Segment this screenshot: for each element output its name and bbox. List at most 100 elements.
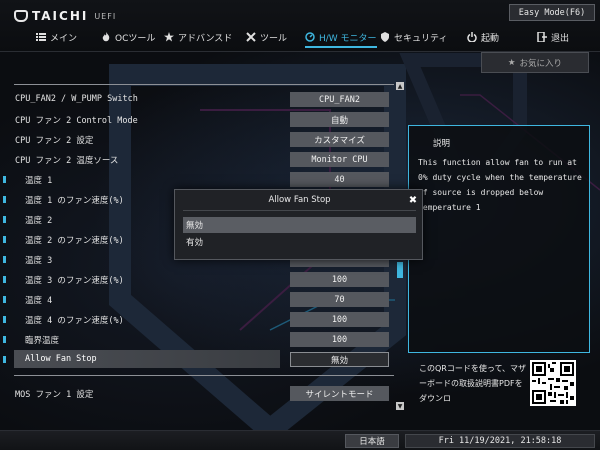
power-icon: [467, 32, 477, 42]
setting-row[interactable]: CPU ファン 2 温度ソース Monitor CPU: [0, 150, 395, 170]
setting-label: 温度 4 のファン速度(%): [25, 316, 124, 326]
setting-label: CPU_FAN2 / W_PUMP Switch: [15, 94, 138, 104]
setting-value[interactable]: 100: [290, 312, 389, 327]
indent-marker: [3, 316, 6, 323]
description-title: 説明: [433, 139, 451, 149]
list-top-divider: [14, 84, 394, 85]
shield-icon: [381, 32, 389, 42]
tab-advanced-label: アドバンスド: [178, 33, 233, 44]
tab-security-label: セキュリティ: [394, 33, 448, 44]
setting-value[interactable]: Monitor CPU: [290, 152, 389, 167]
monitor-icon: [305, 32, 315, 42]
main-nav: メイン OCツール アドバンスド ツール H/W モニター セキュリティ 起動: [0, 28, 600, 48]
indent-marker: [3, 176, 6, 183]
setting-label: CPU ファン 2 温度ソース: [15, 156, 119, 166]
tab-hw-monitor-label: H/W モニター: [319, 33, 377, 44]
setting-row[interactable]: 温度 4 70: [0, 290, 395, 310]
favorites-label: お気に入り: [519, 58, 563, 69]
allow-fan-stop-dialog: Allow Fan Stop ✖ 無効 有効: [174, 189, 423, 260]
setting-row-selected[interactable]: Allow Fan Stop 無効: [0, 350, 395, 370]
option-disabled[interactable]: 無効: [183, 217, 416, 233]
favorite-star-icon: ★: [507, 57, 516, 68]
setting-label: 温度 4: [25, 296, 53, 306]
language-button[interactable]: 日本語: [345, 434, 399, 448]
tab-exit-label: 退出: [551, 33, 570, 44]
tab-oc-tools[interactable]: OCツール: [101, 28, 155, 46]
list-section-divider: [14, 375, 394, 376]
tab-boot[interactable]: 起動: [467, 28, 499, 46]
tab-advanced[interactable]: アドバンスド: [164, 28, 232, 46]
setting-value[interactable]: CPU_FAN2: [290, 92, 389, 107]
brand-logo: TAICHI UEFI: [14, 9, 116, 23]
tab-security[interactable]: セキュリティ: [380, 28, 447, 46]
scroll-thumb[interactable]: [397, 262, 403, 278]
setting-label: MOS ファン 1 設定: [15, 390, 94, 400]
setting-value[interactable]: 無効: [290, 352, 389, 367]
taichi-logo-icon: [14, 10, 28, 22]
setting-row[interactable]: CPU ファン 2 設定 カスタマイズ: [0, 130, 395, 150]
setting-value[interactable]: 100: [290, 272, 389, 287]
description-text: This function allow fan to run at 0% dut…: [418, 158, 582, 212]
indent-marker: [3, 296, 6, 303]
star-icon: [164, 32, 174, 42]
easy-mode-button[interactable]: Easy Mode(F6): [509, 4, 595, 21]
setting-value[interactable]: カスタマイズ: [290, 132, 389, 147]
setting-label: 温度 3: [25, 256, 53, 266]
list-icon: [36, 33, 46, 41]
active-tab-indicator: [305, 46, 377, 48]
setting-value[interactable]: 自動: [290, 112, 389, 127]
setting-label: 温度 3 のファン速度(%): [25, 276, 124, 286]
setting-row[interactable]: CPU_FAN2 / W_PUMP Switch CPU_FAN2: [0, 90, 395, 110]
flame-icon: [102, 32, 110, 42]
indent-marker: [3, 256, 6, 263]
description-panel: 説明 This function allow fan to run at 0% …: [408, 125, 590, 353]
tab-hw-monitor[interactable]: H/W モニター: [305, 28, 377, 48]
setting-value[interactable]: サイレントモード: [290, 386, 389, 401]
setting-row[interactable]: 温度 3 のファン速度(%) 100: [0, 270, 395, 290]
tab-main[interactable]: メイン: [36, 28, 77, 46]
setting-label: 臨界温度: [25, 336, 60, 346]
footer-bar: 日本語 Fri 11/19/2021, 21:58:18: [0, 430, 600, 450]
indent-marker: [3, 216, 6, 223]
tools-icon: [246, 32, 256, 42]
exit-icon: [537, 32, 547, 42]
header: TAICHI UEFI Easy Mode(F6) メイン OCツール アドバン…: [0, 0, 600, 52]
setting-label: 温度 1: [25, 176, 53, 186]
qr-code-icon: [530, 360, 576, 406]
scroll-up-icon[interactable]: ▲: [396, 82, 404, 90]
dialog-title: Allow Fan Stop: [268, 195, 331, 205]
tab-tools[interactable]: ツール: [246, 28, 287, 46]
setting-label: CPU ファン 2 設定: [15, 136, 94, 146]
setting-value[interactable]: 40: [290, 172, 389, 187]
setting-label: 温度 2: [25, 216, 53, 226]
qr-caption: このQRコードを使って、マザーボードの取扱説明書PDFをダウンロ: [419, 364, 527, 403]
tab-tools-label: ツール: [260, 33, 288, 44]
setting-label: 温度 1 のファン速度(%): [25, 196, 124, 206]
scroll-down-icon[interactable]: ▼: [396, 402, 404, 410]
indent-marker: [3, 236, 6, 243]
tab-oc-tools-label: OCツール: [115, 33, 156, 44]
tab-boot-label: 起動: [481, 33, 500, 44]
indent-marker: [3, 336, 6, 343]
tab-exit[interactable]: 退出: [537, 28, 569, 46]
option-enabled[interactable]: 有効: [183, 234, 416, 250]
favorites-button[interactable]: ★ お気に入り: [481, 52, 589, 73]
tab-main-label: メイン: [50, 33, 78, 44]
setting-row[interactable]: 温度 4 のファン速度(%) 100: [0, 310, 395, 330]
setting-label: 温度 2 のファン速度(%): [25, 236, 124, 246]
setting-row[interactable]: 温度 1 40: [0, 170, 395, 190]
dialog-divider: [183, 210, 416, 211]
close-icon[interactable]: ✖: [407, 194, 419, 206]
setting-row[interactable]: MOS ファン 1 設定 サイレントモード: [0, 384, 395, 404]
setting-row[interactable]: CPU ファン 2 Control Mode 自動: [0, 110, 395, 130]
setting-value[interactable]: 100: [290, 332, 389, 347]
brand-sub: UEFI: [94, 11, 117, 21]
indent-marker: [3, 276, 6, 283]
setting-value[interactable]: 70: [290, 292, 389, 307]
setting-label: CPU ファン 2 Control Mode: [15, 116, 138, 126]
indent-marker: [3, 196, 6, 203]
brand-name: TAICHI: [32, 9, 89, 23]
setting-row[interactable]: 臨界温度 100: [0, 330, 395, 350]
indent-marker: [3, 356, 6, 363]
datetime-display: Fri 11/19/2021, 21:58:18: [405, 434, 595, 448]
